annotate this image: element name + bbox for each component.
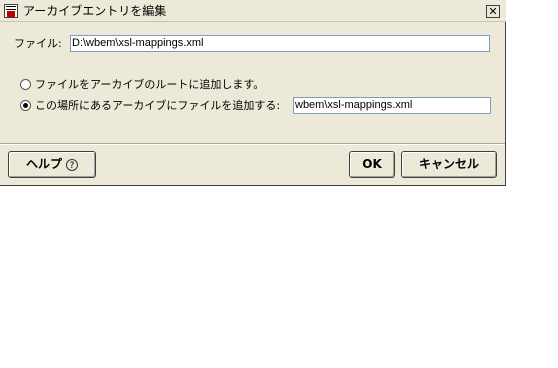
cancel-button[interactable]: キャンセル xyxy=(401,151,497,178)
help-button[interactable]: ヘルプ? xyxy=(8,151,96,178)
help-icon: ? xyxy=(66,158,78,171)
app-icon xyxy=(4,4,18,18)
help-button-label: ヘルプ xyxy=(25,157,62,171)
file-path-field[interactable]: D:\wbem\xsl-mappings.xml xyxy=(70,35,490,52)
ok-button[interactable]: OK xyxy=(349,151,395,178)
root-radio[interactable] xyxy=(20,79,31,90)
file-label: ファイル: xyxy=(14,37,62,50)
button-divider xyxy=(0,143,505,145)
location-radio[interactable] xyxy=(20,100,31,111)
edit-archive-entry-dialog: アーカイブエントリを編集 ✕ ファイル: D:\wbem\xsl-mapping… xyxy=(0,0,506,186)
window-title: アーカイブエントリを編集 xyxy=(23,4,167,18)
root-radio-label[interactable]: ファイルをアーカイブのルートに追加します。 xyxy=(35,78,264,91)
close-button[interactable]: ✕ xyxy=(486,5,500,18)
title-bar: アーカイブエントリを編集 ✕ xyxy=(0,0,506,22)
location-radio-label[interactable]: この場所にあるアーカイブにファイルを追加する: xyxy=(35,99,280,112)
archive-location-field[interactable]: wbem\xsl-mappings.xml xyxy=(293,97,491,114)
